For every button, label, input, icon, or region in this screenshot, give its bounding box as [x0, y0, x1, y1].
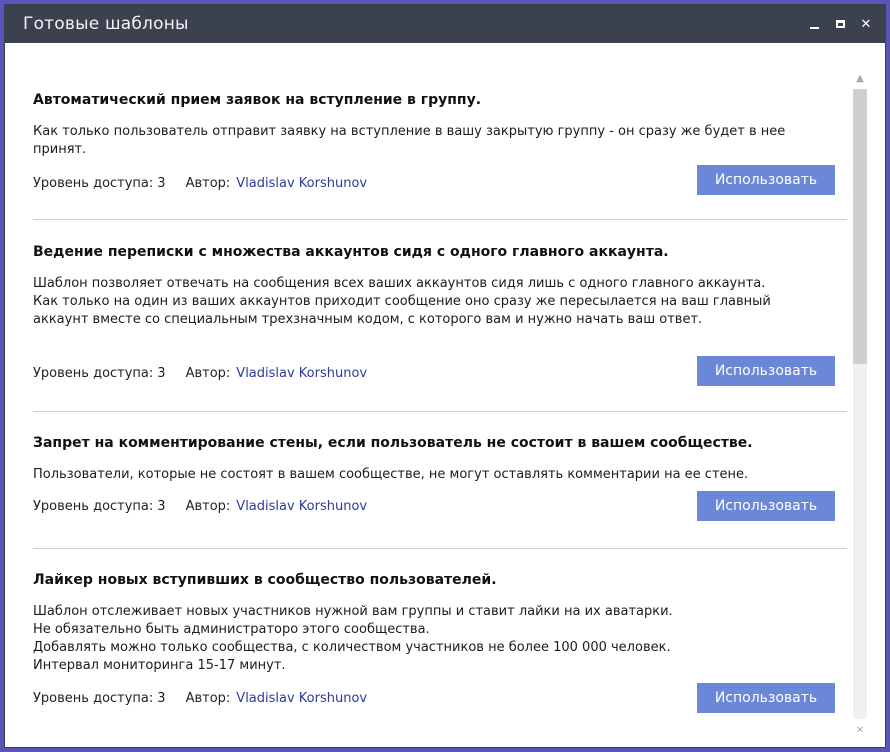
template-description: Как только пользователь отправит заявку … — [33, 123, 785, 159]
template-item: Лайкер новых вступивших в сообщество пол… — [33, 549, 847, 739]
templates-content: Автоматический прием заявок на вступлени… — [5, 43, 885, 747]
use-template-button[interactable]: Использовать — [697, 165, 835, 195]
description-line: Шаблон позволяет отвечать на сообщения в… — [33, 276, 766, 291]
description-line: Как только на один из ваших аккаунтов пр… — [33, 294, 771, 309]
template-meta: Уровень доступа: 3 Автор: Vladislav Kors… — [33, 499, 367, 514]
minimize-icon[interactable] — [805, 15, 823, 33]
access-level-value: 3 — [157, 366, 166, 381]
access-level-label: Уровень доступа: — [33, 176, 154, 191]
template-description: Шаблон отслеживает новых участников нужн… — [33, 603, 673, 675]
author-link[interactable]: Vladislav Korshunov — [236, 176, 367, 191]
author-link[interactable]: Vladislav Korshunov — [236, 366, 367, 381]
window-title: Готовые шаблоны — [23, 14, 189, 34]
access-level-label: Уровень доступа: — [33, 499, 154, 514]
template-description: Шаблон позволяет отвечать на сообщения в… — [33, 275, 771, 329]
title-bar: Готовые шаблоны ✕ — [5, 5, 885, 43]
scrollbar-track[interactable] — [853, 89, 867, 719]
template-meta: Уровень доступа: 3 Автор: Vladislav Kors… — [33, 691, 367, 706]
description-line: принят. — [33, 142, 87, 157]
access-level-label: Уровень доступа: — [33, 366, 154, 381]
template-title: Лайкер новых вступивших в сообщество пол… — [33, 572, 497, 588]
description-line: аккаунт вместе со специальным трехзначны… — [33, 312, 703, 327]
template-title: Ведение переписки с множества аккаунтов … — [33, 244, 669, 260]
access-level-label: Уровень доступа: — [33, 691, 154, 706]
scroll-down-icon[interactable]: ✕ — [851, 723, 869, 737]
description-line: Как только пользователь отправит заявку … — [33, 124, 786, 139]
author-label: Автор: — [185, 691, 231, 706]
maximize-icon[interactable] — [831, 15, 849, 33]
access-level-value: 3 — [157, 176, 166, 191]
template-item: Запрет на комментирование стены, если по… — [33, 412, 847, 549]
description-line: Шаблон отслеживает новых участников нужн… — [33, 604, 673, 619]
description-line: Добавлять можно только сообщества, с кол… — [33, 640, 671, 655]
scrollbar-thumb[interactable] — [853, 89, 867, 364]
scroll-up-icon[interactable]: ▲ — [851, 71, 869, 85]
description-line: Интервал мониторинга 15-17 минут. — [33, 658, 286, 673]
access-level-value: 3 — [157, 691, 166, 706]
use-template-button[interactable]: Использовать — [697, 491, 835, 521]
window-controls: ✕ — [805, 15, 875, 33]
access-level-value: 3 — [157, 499, 166, 514]
template-meta: Уровень доступа: 3 Автор: Vladislav Kors… — [33, 176, 367, 191]
close-icon[interactable]: ✕ — [857, 15, 875, 33]
author-link[interactable]: Vladislav Korshunov — [236, 691, 367, 706]
template-title: Запрет на комментирование стены, если по… — [33, 435, 753, 451]
author-label: Автор: — [185, 366, 231, 381]
templates-list: Автоматический прием заявок на вступлени… — [33, 43, 847, 739]
template-title: Автоматический прием заявок на вступлени… — [33, 92, 482, 108]
templates-window: Готовые шаблоны ✕ Автоматический прием з… — [4, 4, 886, 748]
template-meta: Уровень доступа: 3 Автор: Vladislav Kors… — [33, 366, 367, 381]
template-item: Ведение переписки с множества аккаунтов … — [33, 220, 847, 412]
author-label: Автор: — [185, 499, 231, 514]
author-label: Автор: — [185, 176, 231, 191]
template-description: Пользователи, которые не состоят в вашем… — [33, 466, 748, 484]
description-line: Не обязательно быть администраторо этого… — [33, 622, 430, 637]
vertical-scrollbar[interactable]: ▲ ✕ — [851, 71, 869, 737]
use-template-button[interactable]: Использовать — [697, 683, 835, 713]
author-link[interactable]: Vladislav Korshunov — [236, 499, 367, 514]
use-template-button[interactable]: Использовать — [697, 356, 835, 386]
description-line: Пользователи, которые не состоят в вашем… — [33, 467, 749, 482]
template-item: Автоматический прием заявок на вступлени… — [33, 43, 847, 220]
